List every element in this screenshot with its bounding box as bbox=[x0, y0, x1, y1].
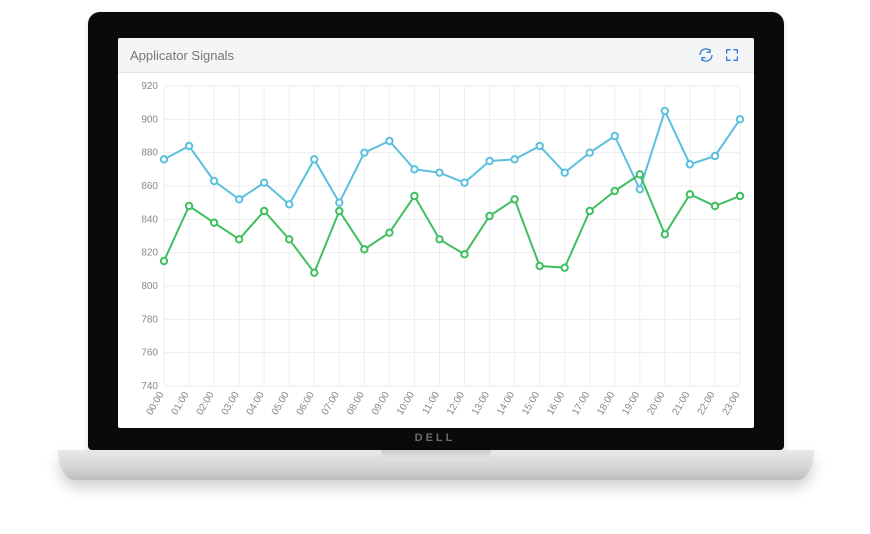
svg-text:03:00: 03:00 bbox=[220, 390, 242, 418]
svg-text:840: 840 bbox=[141, 214, 158, 225]
svg-text:18:00: 18:00 bbox=[595, 390, 617, 418]
svg-text:21:00: 21:00 bbox=[670, 390, 692, 418]
svg-text:23:00: 23:00 bbox=[721, 390, 743, 418]
panel-title: Applicator Signals bbox=[130, 48, 234, 63]
expand-icon bbox=[724, 47, 740, 63]
svg-text:01:00: 01:00 bbox=[170, 390, 192, 418]
svg-text:11:00: 11:00 bbox=[420, 390, 442, 417]
svg-text:05:00: 05:00 bbox=[270, 390, 292, 418]
svg-text:780: 780 bbox=[141, 314, 158, 325]
svg-text:820: 820 bbox=[141, 248, 158, 259]
svg-text:900: 900 bbox=[141, 114, 158, 125]
expand-button[interactable] bbox=[722, 45, 742, 65]
svg-text:20:00: 20:00 bbox=[645, 390, 667, 418]
svg-text:920: 920 bbox=[141, 81, 158, 92]
svg-text:00:00: 00:00 bbox=[145, 390, 167, 418]
svg-text:10:00: 10:00 bbox=[395, 390, 417, 418]
svg-text:760: 760 bbox=[141, 348, 158, 359]
laptop-screen: Applicator Signals 740760780800820840860… bbox=[118, 38, 754, 428]
svg-text:16:00: 16:00 bbox=[545, 390, 567, 418]
svg-text:22:00: 22:00 bbox=[696, 390, 718, 418]
svg-text:06:00: 06:00 bbox=[295, 390, 317, 418]
chart-panel: Applicator Signals 740760780800820840860… bbox=[118, 38, 754, 428]
laptop-mockup: DELL Applicator Signals 74 bbox=[0, 0, 870, 534]
svg-text:09:00: 09:00 bbox=[370, 390, 392, 418]
refresh-button[interactable] bbox=[696, 45, 716, 65]
svg-text:17:00: 17:00 bbox=[570, 390, 592, 418]
svg-text:07:00: 07:00 bbox=[320, 390, 342, 418]
svg-text:08:00: 08:00 bbox=[345, 390, 367, 418]
line-chart: 74076078080082084086088090092000:0001:00… bbox=[118, 72, 754, 428]
svg-text:02:00: 02:00 bbox=[195, 390, 217, 418]
svg-text:13:00: 13:00 bbox=[470, 390, 492, 418]
svg-text:19:00: 19:00 bbox=[620, 390, 642, 418]
laptop-brand: DELL bbox=[415, 432, 456, 444]
svg-text:14:00: 14:00 bbox=[495, 390, 517, 418]
svg-text:15:00: 15:00 bbox=[520, 390, 542, 418]
laptop-base bbox=[58, 450, 814, 480]
svg-text:04:00: 04:00 bbox=[245, 390, 267, 418]
svg-text:880: 880 bbox=[141, 148, 158, 159]
chart-area: 74076078080082084086088090092000:0001:00… bbox=[118, 72, 754, 428]
panel-header: Applicator Signals bbox=[118, 38, 754, 73]
refresh-icon bbox=[698, 47, 714, 63]
svg-text:860: 860 bbox=[141, 181, 158, 192]
svg-text:12:00: 12:00 bbox=[445, 390, 467, 418]
svg-text:800: 800 bbox=[141, 281, 158, 292]
